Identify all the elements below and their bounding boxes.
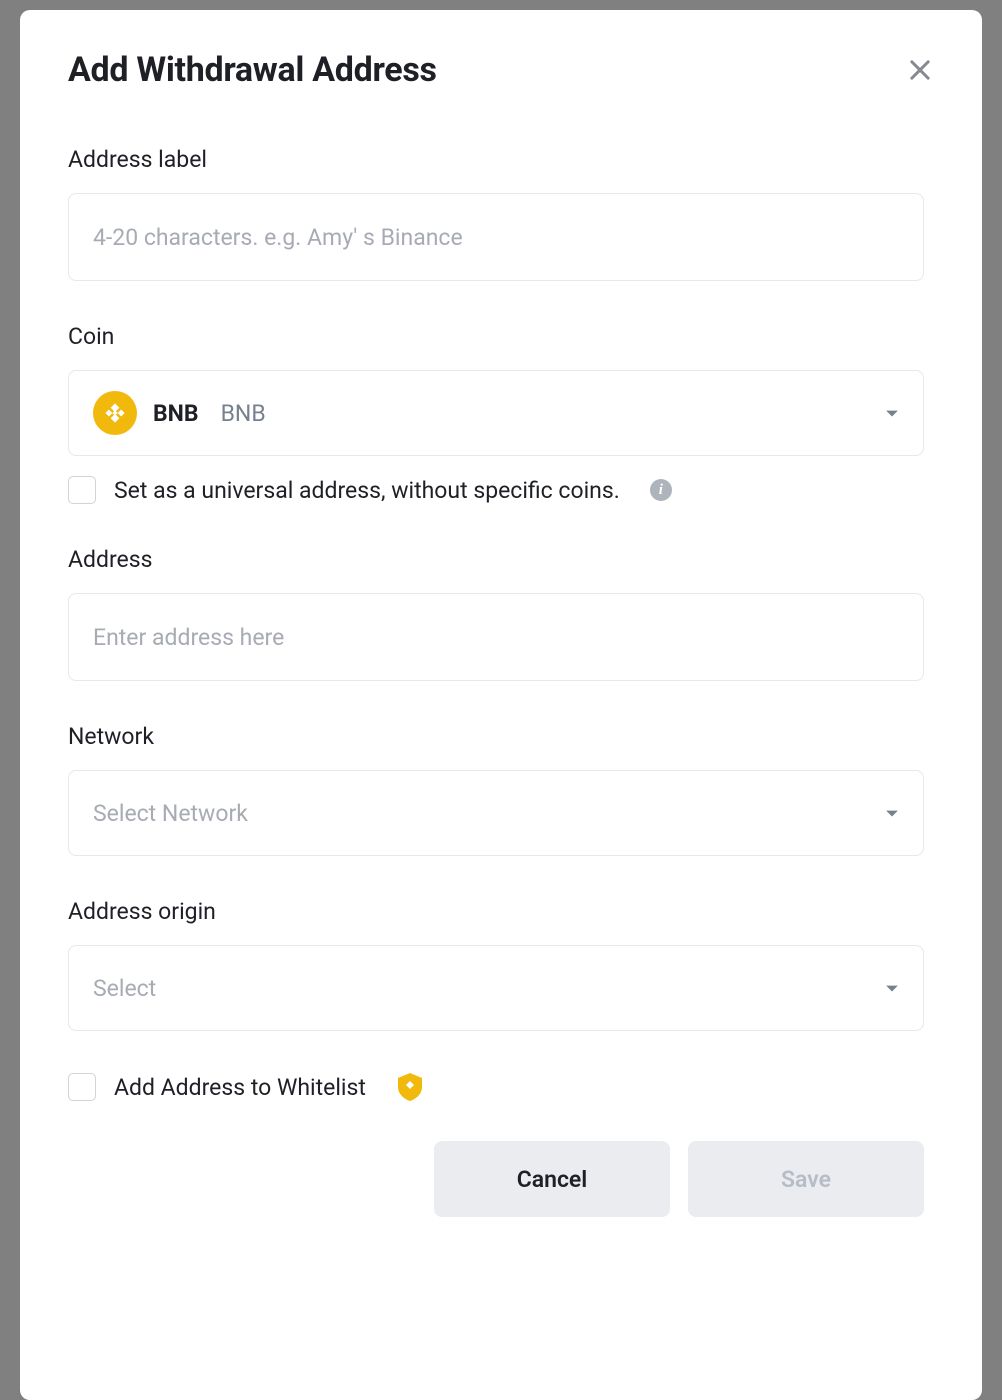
address-label-input[interactable] [68,193,924,281]
chevron-down-icon [885,806,899,820]
coin-field: Coin BNB BNB [68,323,924,504]
network-field: Network Select Network [68,723,924,856]
coin-symbol: BNB [153,400,199,427]
coin-select[interactable]: BNB BNB [68,370,924,456]
universal-address-label: Set as a universal address, without spec… [114,477,620,504]
coin-name: BNB [221,400,266,427]
close-button[interactable] [906,56,934,84]
modal-body[interactable]: Address label Coin [68,146,934,1356]
address-origin-select[interactable]: Select [68,945,924,1031]
save-button[interactable]: Save [688,1141,924,1217]
network-select[interactable]: Select Network [68,770,924,856]
address-origin-caption: Address origin [68,898,924,925]
whitelist-label: Add Address to Whitelist [114,1074,366,1101]
address-origin-placeholder: Select [93,975,156,1002]
chevron-down-icon [885,981,899,995]
modal-title: Add Withdrawal Address [68,50,437,90]
chevron-down-icon [885,406,899,420]
cancel-button[interactable]: Cancel [434,1141,670,1217]
universal-address-row: Set as a universal address, without spec… [68,476,924,504]
modal-header: Add Withdrawal Address [68,50,934,90]
network-caption: Network [68,723,924,750]
address-field: Address [68,546,924,681]
close-icon [906,56,934,84]
network-placeholder: Select Network [93,800,248,827]
whitelist-row: Add Address to Whitelist [68,1073,924,1101]
address-caption: Address [68,546,924,573]
universal-address-checkbox[interactable] [68,476,96,504]
coin-caption: Coin [68,323,924,350]
address-input[interactable] [68,593,924,681]
info-icon[interactable]: i [650,479,672,501]
modal-footer: Cancel Save [68,1141,924,1217]
address-origin-field: Address origin Select [68,898,924,1031]
address-label-caption: Address label [68,146,924,173]
add-withdrawal-address-modal: Add Withdrawal Address Address label Coi… [20,10,982,1400]
bnb-coin-icon [93,391,137,435]
shield-icon [398,1073,422,1101]
whitelist-checkbox[interactable] [68,1073,96,1101]
coin-selected-value: BNB BNB [93,391,266,435]
address-label-field: Address label [68,146,924,281]
